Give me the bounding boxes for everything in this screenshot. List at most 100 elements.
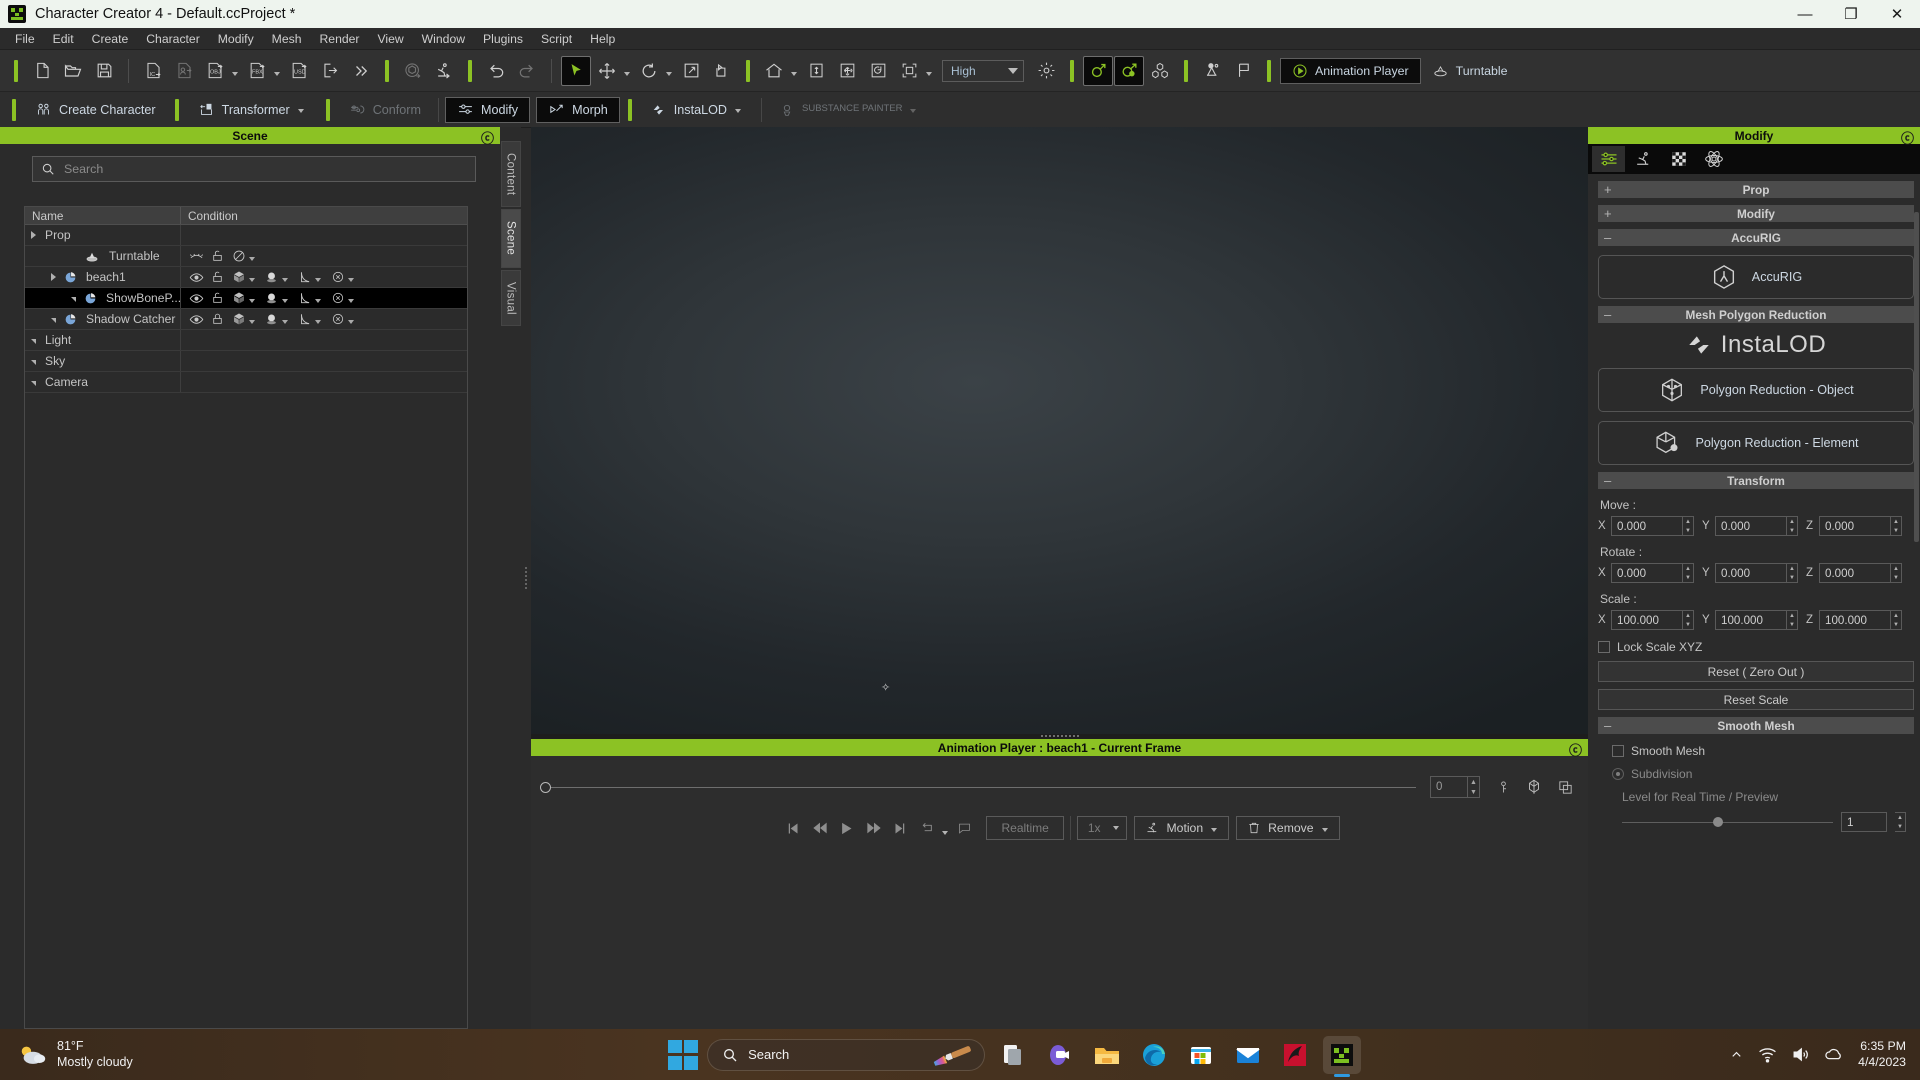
copy-frame-icon[interactable]	[1557, 779, 1574, 796]
expander-down-icon[interactable]	[31, 231, 36, 239]
scale-x-stepper[interactable]: ▲ ▼	[1683, 610, 1694, 630]
move-x-input[interactable]: 0.000	[1611, 516, 1683, 536]
light-icon[interactable]	[1031, 56, 1061, 86]
move-y-stepper[interactable]: ▲ ▼	[1787, 516, 1798, 536]
chevron-down-icon[interactable]	[232, 72, 238, 76]
skip-end-icon[interactable]	[887, 815, 914, 841]
plane-icon[interactable]	[294, 310, 315, 329]
chevron-down-icon[interactable]	[249, 319, 255, 324]
chevron-down-icon[interactable]	[249, 256, 255, 261]
unlock-icon[interactable]	[207, 268, 228, 287]
export-icon[interactable]	[315, 56, 345, 86]
scale-z-input[interactable]: 100.000	[1819, 610, 1891, 630]
pivot-icon[interactable]	[707, 56, 737, 86]
taskbar-clock[interactable]: 6:35 PM 4/4/2023	[1858, 1039, 1906, 1071]
eye-closed-icon[interactable]	[186, 247, 207, 266]
table-row[interactable]: beach1	[25, 267, 467, 288]
menu-modify[interactable]: Modify	[209, 29, 263, 49]
circle-x-icon[interactable]	[327, 310, 348, 329]
sphere-icon[interactable]	[261, 289, 282, 308]
rotate-x-stepper[interactable]: ▲ ▼	[1683, 563, 1694, 583]
move-icon[interactable]	[592, 56, 622, 86]
chevron-down-icon[interactable]	[910, 109, 917, 113]
expander-right-icon[interactable]	[31, 359, 36, 365]
smooth-mesh-row[interactable]: Smooth Mesh	[1612, 744, 1914, 758]
forbidden-icon[interactable]	[228, 247, 249, 266]
smooth-mesh-checkbox[interactable]	[1612, 745, 1624, 757]
table-row[interactable]: Prop	[25, 225, 467, 246]
chevron-down-icon[interactable]	[282, 298, 288, 303]
frame-number-field[interactable]: 0	[1430, 776, 1468, 798]
render-cube-icon[interactable]	[398, 56, 428, 86]
panel-resize-handle[interactable]	[521, 127, 531, 1029]
orbit-icon[interactable]	[863, 56, 893, 86]
modify-panel-scrollbar[interactable]	[1914, 212, 1919, 542]
expander-down-icon[interactable]	[51, 273, 56, 281]
windows-start-icon[interactable]	[668, 1039, 699, 1070]
menu-edit[interactable]: Edit	[44, 29, 83, 49]
rotate-y-input[interactable]: 0.000	[1715, 563, 1787, 583]
loop-icon[interactable]	[914, 815, 941, 841]
menu-file[interactable]: File	[6, 29, 44, 49]
dock-tab-visual[interactable]: Visual	[500, 269, 521, 327]
scale-y-input[interactable]: 100.000	[1715, 610, 1787, 630]
table-row[interactable]: Shadow Catcher	[25, 309, 467, 330]
cube-icon[interactable]	[228, 310, 249, 329]
chevron-down-icon[interactable]	[282, 277, 288, 282]
scene-search-box[interactable]	[32, 156, 476, 182]
comment-icon[interactable]	[951, 815, 978, 841]
tab-modify-sliders[interactable]	[1592, 146, 1625, 172]
section-prop[interactable]: + Prop	[1598, 181, 1914, 198]
frame-number-stepper[interactable]: ▲ ▼	[1468, 776, 1480, 798]
accurig-button[interactable]: AccuRIG	[1598, 255, 1914, 299]
minimize-button[interactable]: —	[1782, 0, 1828, 28]
rotate-z-stepper[interactable]: ▲ ▼	[1891, 563, 1902, 583]
expander-right-icon[interactable]	[71, 296, 76, 302]
import-character-icon[interactable]	[169, 56, 199, 86]
taskbar-search[interactable]: Search	[707, 1038, 986, 1071]
chevron-down-icon[interactable]	[249, 277, 255, 282]
stage-icon[interactable]	[1197, 56, 1227, 86]
chevron-down-icon[interactable]	[249, 298, 255, 303]
chevron-down-icon[interactable]	[735, 109, 741, 113]
expander-right-icon[interactable]	[51, 317, 56, 323]
rewind-icon[interactable]	[806, 815, 833, 841]
chevron-down-icon[interactable]	[348, 298, 354, 303]
taskbar-app-file-explorer[interactable]	[1088, 1036, 1126, 1074]
remove-button[interactable]: Remove	[1236, 816, 1340, 840]
export-usd-icon[interactable]: USD	[284, 56, 314, 86]
tab-motion[interactable]	[1627, 146, 1660, 172]
scale-icon[interactable]	[676, 56, 706, 86]
table-row[interactable]: Camera	[25, 372, 467, 393]
chevron-down-icon[interactable]	[297, 109, 304, 113]
menu-help[interactable]: Help	[581, 29, 624, 49]
scene-search-input[interactable]	[64, 162, 467, 176]
chevron-down-icon[interactable]	[791, 72, 797, 76]
blend-icon[interactable]	[1525, 778, 1543, 796]
sphere-icon[interactable]	[261, 310, 282, 329]
lock-scale-row[interactable]: Lock Scale XYZ	[1598, 640, 1914, 654]
wifi-icon[interactable]	[1758, 1045, 1777, 1064]
menu-plugins[interactable]: Plugins	[474, 29, 532, 49]
play-icon[interactable]	[833, 815, 860, 841]
export-obj-icon[interactable]: OBJ	[200, 56, 230, 86]
3d-viewport[interactable]: ✧	[531, 127, 1588, 734]
taskbar-app-character-creator[interactable]	[1323, 1035, 1362, 1074]
fit-all-icon[interactable]	[832, 56, 862, 86]
transformer-button[interactable]: Transformer	[187, 97, 318, 123]
rotate-icon[interactable]	[634, 56, 664, 86]
flag-icon[interactable]	[1228, 56, 1258, 86]
chevron-down-icon[interactable]	[282, 319, 288, 324]
chevron-down-icon[interactable]	[315, 319, 321, 324]
chevron-down-icon[interactable]	[274, 72, 280, 76]
eye-icon[interactable]	[186, 268, 207, 287]
cube-icon[interactable]	[228, 289, 249, 308]
rotate-y-stepper[interactable]: ▲ ▼	[1787, 563, 1798, 583]
dock-tab-content[interactable]: Content	[500, 141, 521, 208]
menu-window[interactable]: Window	[413, 29, 474, 49]
plane-icon[interactable]	[294, 289, 315, 308]
section-accurig[interactable]: – AccuRIG	[1598, 229, 1914, 246]
frame-selected-icon[interactable]	[894, 56, 924, 86]
rotate-x-input[interactable]: 0.000	[1611, 563, 1683, 583]
export-motion-icon[interactable]	[429, 56, 459, 86]
